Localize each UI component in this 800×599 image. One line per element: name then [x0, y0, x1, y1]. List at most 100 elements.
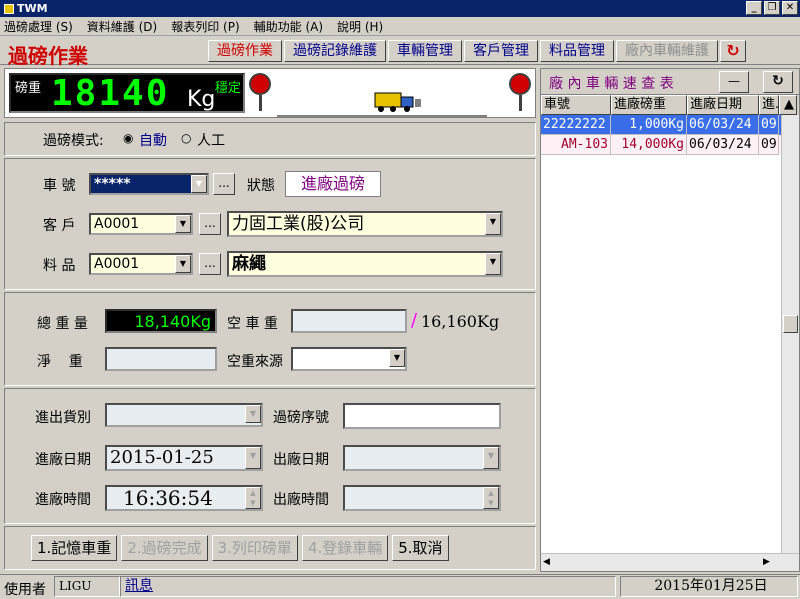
- in-time-value: 16:36:54: [123, 486, 213, 510]
- status-badge: 進廠過磅: [285, 171, 381, 197]
- tab-weighing-records[interactable]: 過磅記錄維護: [284, 40, 386, 62]
- customer-lookup-button[interactable]: ...: [199, 213, 221, 235]
- tab-customers[interactable]: 客戶管理: [464, 40, 538, 62]
- remember-weight-button[interactable]: 1.記憶車重: [31, 535, 118, 561]
- tab-materials[interactable]: 料品管理: [540, 40, 614, 62]
- window-titlebar: TWM _ ❐ ✕: [0, 0, 800, 17]
- chevron-down-icon[interactable]: ▼: [175, 255, 191, 273]
- lookup-title: 廠 內 車 輛 速 查 表: [549, 76, 674, 92]
- header: 過磅作業 過磅作業 過磅記錄維護 車輛管理 客戶管理 料品管理 廠內車輛維護 ↻: [0, 37, 800, 68]
- customer-label: 客 戶: [43, 218, 76, 234]
- sequence-field[interactable]: [343, 403, 501, 429]
- out-date-field[interactable]: ▼: [343, 445, 501, 471]
- page-title: 過磅作業: [8, 44, 88, 68]
- col-in-date[interactable]: 進廠日期: [687, 95, 759, 115]
- chevron-down-icon[interactable]: ▼: [245, 447, 261, 469]
- in-time-field[interactable]: 16:36:54 ▲ ▼: [105, 485, 263, 511]
- col-plate[interactable]: 車號: [541, 95, 611, 115]
- inplant-vehicle-lookup: 廠 內 車 輛 速 查 表 — ↻ 車號 進廠磅重 進廠日期 進. ▲ 2222…: [540, 68, 800, 572]
- out-date-label: 出廠日期: [273, 452, 329, 468]
- out-time-field[interactable]: ▲ ▼: [343, 485, 501, 511]
- material-code: A0001: [94, 256, 140, 272]
- net-weight-field[interactable]: [105, 347, 217, 371]
- chevron-down-icon[interactable]: ▼: [191, 175, 207, 193]
- tare-source-select[interactable]: ▼: [291, 347, 407, 371]
- refresh-icon[interactable]: ↻: [720, 40, 746, 62]
- minimize-button[interactable]: _: [746, 1, 762, 15]
- row-plate: 22222222: [541, 115, 611, 135]
- row-date: 06/03/24: [687, 115, 759, 135]
- close-button[interactable]: ✕: [782, 1, 798, 15]
- menu-report-print[interactable]: 報表列印 (P): [171, 18, 239, 35]
- col-in-time[interactable]: 進.: [759, 95, 779, 115]
- material-name-select[interactable]: 麻繩 ▼: [227, 251, 503, 277]
- road-line: [277, 115, 487, 117]
- lookup-minimize-button[interactable]: —: [719, 71, 749, 93]
- row-date: 06/03/24: [687, 135, 759, 155]
- time-spinner-icon[interactable]: ▲ ▼: [245, 487, 261, 509]
- menu-weighing[interactable]: 過磅處理 (S): [4, 18, 73, 35]
- chevron-down-icon[interactable]: ▼: [483, 447, 499, 469]
- manual-label: 人工: [197, 133, 225, 149]
- customer-code-select[interactable]: A0001 ▼: [89, 213, 193, 235]
- lookup-refresh-icon[interactable]: ↻: [763, 71, 793, 93]
- vertical-scrollbar[interactable]: [781, 115, 799, 555]
- chevron-down-icon[interactable]: ▼: [245, 405, 261, 423]
- register-vehicle-button[interactable]: 4.登錄車輛: [301, 535, 389, 561]
- table-row[interactable]: 22222222 1,000Kg 06/03/24 09: [541, 115, 799, 135]
- col-in-weight[interactable]: 進廠磅重: [611, 95, 687, 115]
- menu-utilities[interactable]: 輔助功能 (A): [254, 18, 323, 35]
- cancel-button[interactable]: 5.取消: [392, 535, 449, 561]
- weights-panel: 總 重 量 18,140Kg 空 車 重 / 16,160Kg 淨 重 空重來源…: [4, 292, 536, 386]
- lookup-grid-header: 車號 進廠磅重 進廠日期 進. ▲: [541, 95, 799, 115]
- material-code-select[interactable]: A0001 ▼: [89, 253, 193, 275]
- tab-inplant-vehicles[interactable]: 廠內車輛維護: [616, 40, 718, 62]
- lcd-label: 磅重: [15, 81, 42, 96]
- menu-data-maintenance[interactable]: 資料維護 (D): [87, 18, 157, 35]
- tab-vehicles[interactable]: 車輛管理: [388, 40, 462, 62]
- customer-name-select[interactable]: 力固工業(股)公司 ▼: [227, 211, 503, 237]
- complete-weighing-button[interactable]: 2.過磅完成: [121, 535, 208, 561]
- horizontal-scrollbar[interactable]: ◀ ▶: [541, 553, 799, 571]
- table-row[interactable]: AM-103 14,000Kg 06/03/24 09: [541, 135, 799, 155]
- material-label: 料 品: [43, 258, 76, 274]
- lookup-header: 廠 內 車 輛 速 查 表 — ↻: [541, 69, 799, 95]
- vehicle-select[interactable]: ***** ▼: [89, 173, 209, 195]
- vehicle-lookup-button[interactable]: ...: [213, 173, 235, 195]
- scroll-up-icon[interactable]: ▲: [779, 95, 797, 115]
- tare-weight-field[interactable]: [291, 309, 407, 333]
- trip-info-panel: 進出貨別 ▼ 過磅序號 進廠日期 2015-01-25 ▼ 出廠日期 ▼ 進廠時…: [4, 388, 536, 524]
- goods-type-select[interactable]: ▼: [105, 403, 263, 427]
- print-ticket-button[interactable]: 3.列印磅單: [211, 535, 298, 561]
- auto-radio[interactable]: ◉: [123, 131, 133, 145]
- chevron-down-icon[interactable]: ▼: [485, 213, 501, 235]
- chevron-down-icon[interactable]: ▼: [175, 215, 191, 233]
- vehicle-value: *****: [94, 176, 131, 192]
- scroll-right-icon[interactable]: ▶: [763, 554, 770, 570]
- sequence-label: 過磅序號: [273, 410, 329, 426]
- customer-code: A0001: [94, 216, 140, 232]
- left-traffic-light-icon: [249, 73, 271, 111]
- manual-radio[interactable]: ○: [181, 131, 191, 145]
- menu-help[interactable]: 說明 (H): [337, 18, 383, 35]
- in-date-value: 2015-01-25: [110, 447, 214, 468]
- material-lookup-button[interactable]: ...: [199, 253, 221, 275]
- status-date: 2015年01月25日: [620, 576, 798, 597]
- chevron-down-icon[interactable]: ▼: [485, 253, 501, 275]
- tare-separator: /: [411, 310, 418, 331]
- app-icon: [4, 3, 14, 14]
- chevron-down-icon[interactable]: ▼: [389, 349, 405, 367]
- row-weight: 14,000Kg: [611, 135, 687, 155]
- in-date-field[interactable]: 2015-01-25 ▼: [105, 445, 263, 471]
- user-name: LIGU: [54, 576, 120, 597]
- tare-weight-label: 空 車 重: [227, 316, 278, 332]
- tare-reference: 16,160Kg: [421, 312, 500, 331]
- message-link[interactable]: 訊息: [120, 576, 616, 597]
- restore-button[interactable]: ❐: [764, 1, 780, 15]
- tab-weighing[interactable]: 過磅作業: [208, 40, 282, 62]
- scroll-thumb[interactable]: [783, 315, 798, 333]
- time-spinner-icon[interactable]: ▲ ▼: [483, 487, 499, 509]
- gross-weight-label: 總 重 量: [37, 316, 88, 332]
- row-time: 09: [759, 115, 779, 135]
- scroll-left-icon[interactable]: ◀: [543, 554, 550, 570]
